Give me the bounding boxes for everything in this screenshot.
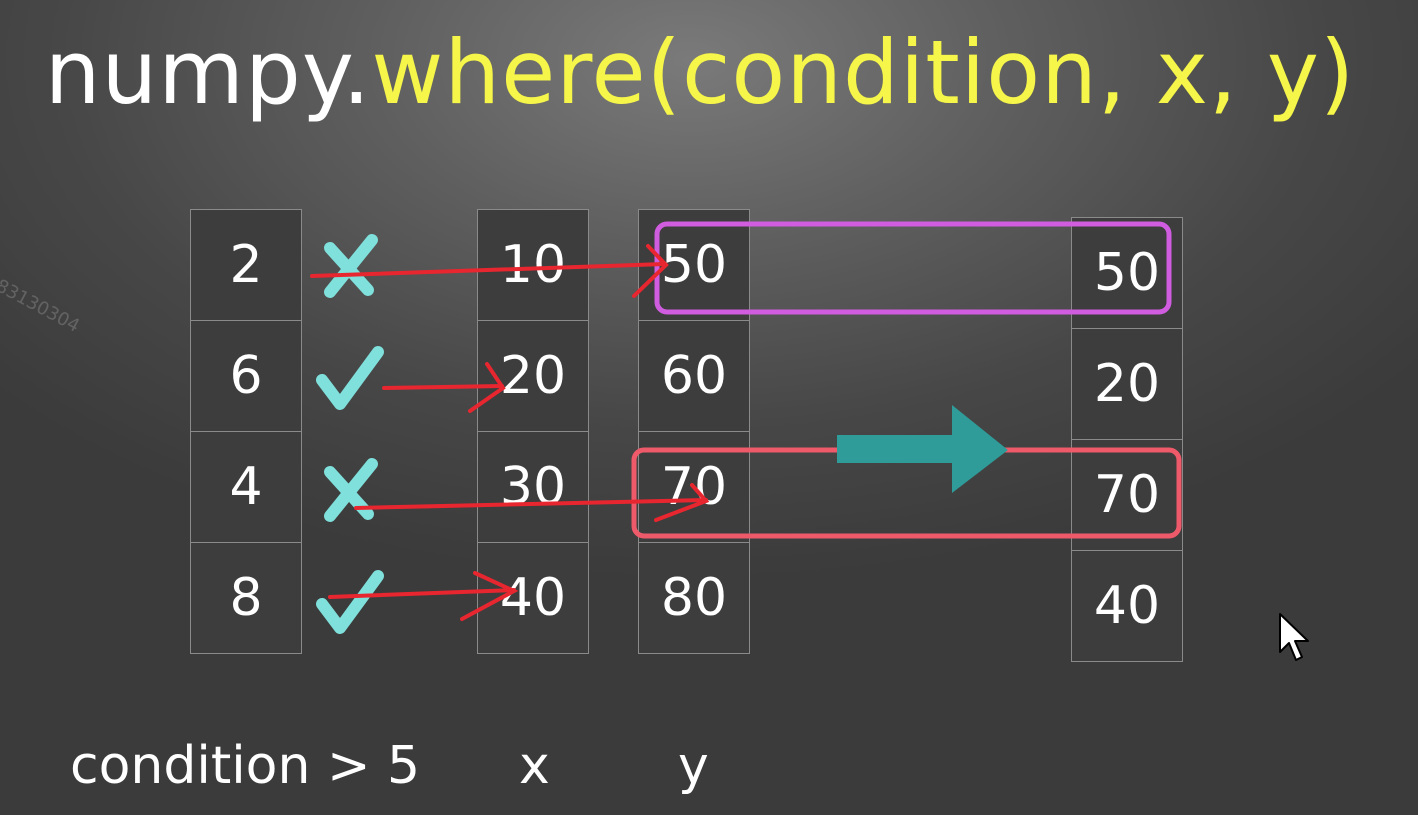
x-cell: 20 xyxy=(477,320,589,432)
y-label: y xyxy=(678,736,709,796)
condition-column: 2 6 4 8 xyxy=(190,209,302,654)
condition-cell: 4 xyxy=(190,431,302,543)
x-cell: 40 xyxy=(477,542,589,654)
cross-icon xyxy=(324,458,378,522)
x-cell: 30 xyxy=(477,431,589,543)
result-cell: 20 xyxy=(1071,328,1183,440)
check-icon xyxy=(316,570,384,634)
y-cell: 80 xyxy=(638,542,750,654)
y-cell: 50 xyxy=(638,209,750,321)
condition-cell: 6 xyxy=(190,320,302,432)
condition-cell: 2 xyxy=(190,209,302,321)
watermark: 483130304 xyxy=(0,270,84,337)
result-cell: 40 xyxy=(1071,550,1183,662)
x-column: 10 20 30 40 xyxy=(477,209,589,654)
x-cell: 10 xyxy=(477,209,589,321)
title-lib: numpy. xyxy=(44,21,372,124)
result-column: 50 20 70 40 xyxy=(1071,217,1183,662)
y-cell: 70 xyxy=(638,431,750,543)
title-function-call: where(condition, x, y) xyxy=(371,21,1356,124)
y-cell: 60 xyxy=(638,320,750,432)
page-title: numpy.where(condition, x, y) xyxy=(0,18,1400,128)
condition-cell: 8 xyxy=(190,542,302,654)
check-icon xyxy=(316,346,384,410)
x-label: x xyxy=(519,736,550,796)
mouse-cursor-icon xyxy=(1279,613,1309,661)
y-column: 50 60 70 80 xyxy=(638,209,750,654)
condition-label: condition > 5 xyxy=(70,736,421,796)
result-cell: 70 xyxy=(1071,439,1183,551)
cross-icon xyxy=(324,234,378,298)
result-cell: 50 xyxy=(1071,217,1183,329)
big-arrow-icon xyxy=(837,405,1008,493)
